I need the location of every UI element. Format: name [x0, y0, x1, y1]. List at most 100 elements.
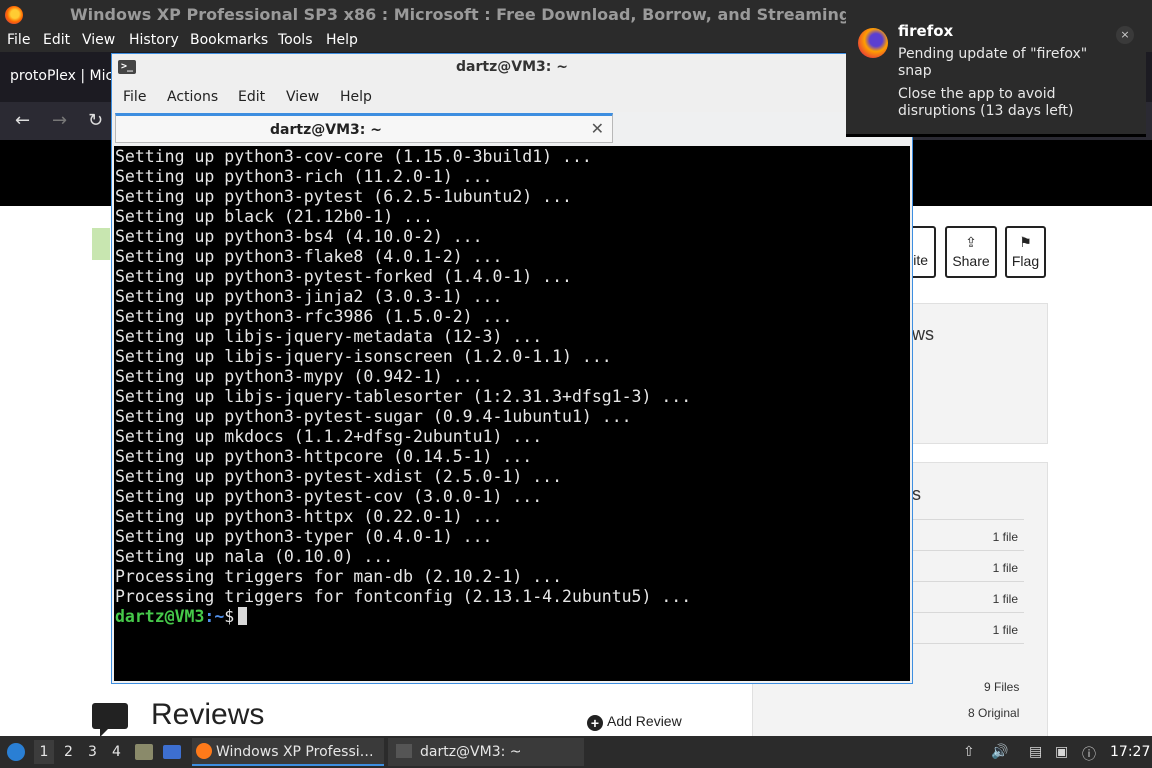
panel-heading: ws: [912, 324, 934, 344]
start-menu-icon[interactable]: [7, 743, 25, 761]
prompt-user: dartz@VM3: [115, 607, 205, 626]
firefox-icon: [858, 28, 888, 58]
terminal-icon: [396, 744, 412, 758]
terminal-line: Processing triggers for man-db (2.10.2-1…: [115, 567, 563, 586]
terminal-line: Processing triggers for fontconfig (2.13…: [115, 587, 692, 606]
terminal-line: Setting up libjs-jquery-metadata (12-3) …: [115, 327, 543, 346]
workspace-1[interactable]: 1: [34, 740, 54, 764]
files-total[interactable]: 9 Files: [984, 680, 1019, 694]
notification-app-name: firefox: [898, 22, 954, 40]
terminal-menu-actions[interactable]: Actions: [167, 89, 218, 105]
terminal-window: >_ dartz@VM3: ~ File Actions Edit View H…: [111, 53, 913, 684]
terminal-line: Setting up black (21.12b0-1) ...: [115, 207, 433, 226]
terminal-menu-help[interactable]: Help: [340, 89, 372, 105]
terminal-line: Setting up python3-pytest-xdist (2.5.0-1…: [115, 467, 563, 486]
terminal-line: Setting up python3-bs4 (4.10.0-2) ...: [115, 227, 483, 246]
terminal-output: Setting up python3-cov-core (1.15.0-3bui…: [115, 147, 691, 627]
add-review-button[interactable]: + Add Review: [587, 713, 682, 731]
file-row[interactable]: 1 file: [912, 613, 1024, 644]
files-heading: s: [912, 484, 921, 504]
notification-message: Pending update of "firefox" snap: [898, 46, 1088, 79]
file-count: 1 file: [992, 561, 1018, 575]
flag-label: Flag: [1011, 253, 1040, 269]
share-label: Share: [952, 253, 990, 269]
file-row[interactable]: 1 file: [912, 520, 1024, 551]
reviews-title: Reviews: [151, 698, 265, 731]
file-count: 1 file: [992, 592, 1018, 606]
close-icon[interactable]: ×: [1116, 26, 1134, 44]
update-notification[interactable]: firefox × Pending update of "firefox" sn…: [846, 8, 1146, 137]
file-row[interactable]: 1 file: [912, 582, 1024, 613]
terminal-line: Setting up python3-httpx (0.22.0-1) ...: [115, 507, 503, 526]
firefox-tab[interactable]: protoPlex | Mic: [10, 68, 113, 84]
volume-icon[interactable]: 🔊: [991, 744, 1008, 760]
close-tab-icon[interactable]: ✕: [591, 119, 604, 138]
terminal-window-title: dartz@VM3: ~: [456, 59, 568, 75]
prompt-symbol: $: [224, 607, 235, 626]
file-manager-icon[interactable]: [135, 744, 153, 760]
terminal-screen[interactable]: Setting up python3-cov-core (1.15.0-3bui…: [114, 146, 910, 681]
terminal-line: Setting up python3-flake8 (4.0.1-2) ...: [115, 247, 503, 266]
flag-button[interactable]: ⚑ Flag: [1005, 226, 1046, 278]
taskbar-terminal[interactable]: dartz@VM3: ~: [388, 738, 584, 766]
terminal-titlebar[interactable]: >_ dartz@VM3: ~: [112, 54, 912, 82]
terminal-menu-edit[interactable]: Edit: [238, 89, 265, 105]
workspace-2[interactable]: 2: [64, 744, 73, 760]
file-row[interactable]: 1 file: [912, 551, 1024, 582]
prompt-path: :~: [204, 607, 225, 626]
taskbar-firefox-label: Windows XP Professi…: [216, 744, 374, 760]
notifications-icon[interactable]: ⓘ: [1082, 744, 1096, 764]
menu-tools[interactable]: Tools: [278, 32, 313, 48]
menu-help[interactable]: Help: [326, 32, 358, 48]
terminal-line: Setting up python3-jinja2 (3.0.3-1) ...: [115, 287, 503, 306]
terminal-line: Setting up nala (0.10.0) ...: [115, 547, 394, 566]
terminal-line: Setting up python3-pytest-sugar (0.9.4-1…: [115, 407, 632, 426]
back-button[interactable]: ←: [15, 110, 30, 131]
terminal-line: Setting up python3-pytest-forked (1.4.0-…: [115, 267, 572, 286]
terminal-menu-view[interactable]: View: [286, 89, 319, 105]
workspace-3[interactable]: 3: [88, 744, 97, 760]
terminal-line: Setting up python3-pytest-cov (3.0.0-1) …: [115, 487, 543, 506]
terminal-line: Setting up libjs-jquery-isonscreen (1.2.…: [115, 347, 612, 366]
terminal-line: Setting up mkdocs (1.1.2+dfsg-2ubuntu1) …: [115, 427, 543, 446]
terminal-menubar: File Actions Edit View Help: [112, 82, 912, 112]
show-desktop-icon[interactable]: [163, 745, 181, 759]
share-button[interactable]: ⇪ Share: [945, 226, 997, 278]
network-icon[interactable]: ▣: [1055, 744, 1068, 760]
forward-button[interactable]: →: [52, 110, 67, 131]
clock[interactable]: 17:27: [1110, 744, 1150, 760]
file-count: 1 file: [992, 623, 1018, 637]
original-total[interactable]: 8 Original: [968, 706, 1019, 720]
terminal-line: Setting up python3-cov-core (1.15.0-3bui…: [115, 147, 592, 166]
menu-bookmarks[interactable]: Bookmarks: [190, 32, 268, 48]
taskbar: 1 2 3 4 Windows XP Professi… dartz@VM3: …: [0, 736, 1152, 768]
file-count: 1 file: [992, 530, 1018, 544]
menu-view[interactable]: View: [82, 32, 115, 48]
notification-detail: Close the app to avoid disruptions (13 d…: [898, 86, 1074, 119]
terminal-menu-file[interactable]: File: [123, 89, 146, 105]
menu-history[interactable]: History: [129, 32, 179, 48]
add-review-label: Add Review: [607, 713, 682, 729]
firefox-window-title: Windows XP Professional SP3 x86 : Micros…: [70, 5, 924, 24]
terminal-line: Setting up python3-typer (0.4.0-1) ...: [115, 527, 493, 546]
menu-edit[interactable]: Edit: [43, 32, 70, 48]
firefox-icon: [196, 743, 212, 759]
menu-file[interactable]: File: [7, 32, 30, 48]
firefox-logo-icon: [5, 6, 23, 24]
flag-icon: ⚑: [1019, 234, 1032, 250]
reload-button[interactable]: ↻: [88, 110, 103, 131]
terminal-line: Setting up python3-mypy (0.942-1) ...: [115, 367, 483, 386]
terminal-output-text: Setting up python3-cov-core (1.15.0-3bui…: [115, 147, 691, 606]
terminal-cursor: [238, 607, 248, 625]
terminal-line: Setting up python3-rfc3986 (1.5.0-2) ...: [115, 307, 513, 326]
tray-upload-icon[interactable]: ⇧: [963, 744, 975, 760]
terminal-line: Setting up python3-rich (11.2.0-1) ...: [115, 167, 493, 186]
comment-icon: [92, 703, 128, 737]
workspace-4[interactable]: 4: [112, 744, 121, 760]
taskbar-firefox[interactable]: Windows XP Professi…: [192, 738, 384, 766]
terminal-line: Setting up python3-httpcore (0.14.5-1) .…: [115, 447, 533, 466]
taskbar-terminal-label: dartz@VM3: ~: [420, 744, 522, 760]
terminal-tab[interactable]: dartz@VM3: ~ ✕: [115, 113, 613, 143]
clipboard-icon[interactable]: ▤: [1029, 744, 1042, 760]
share-icon: ⇪: [965, 234, 977, 250]
